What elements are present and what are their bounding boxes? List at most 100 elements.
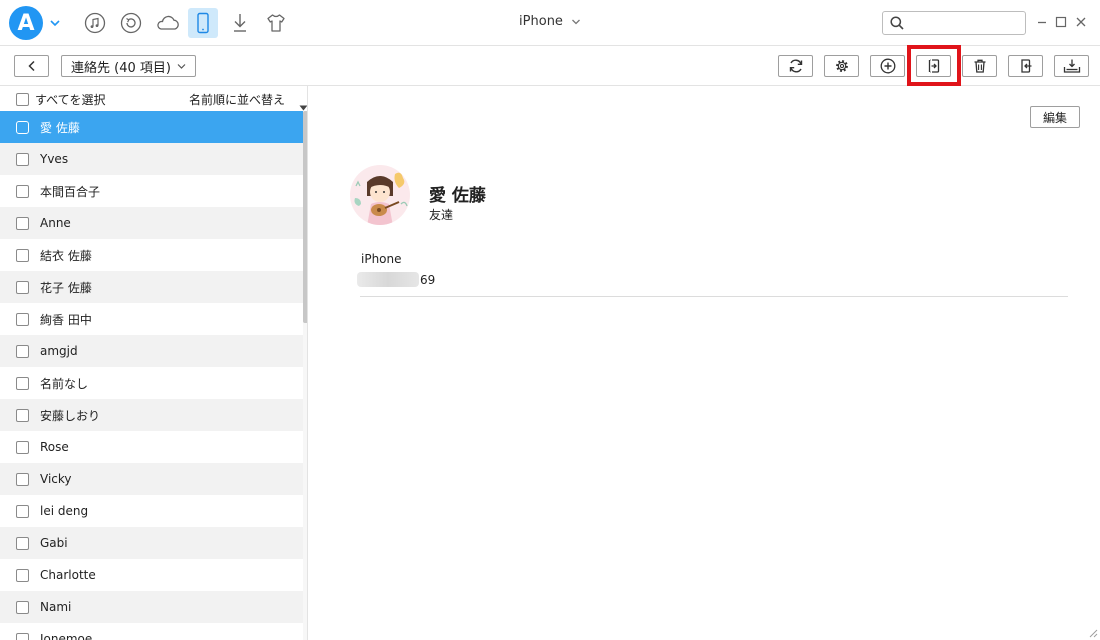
contact-checkbox[interactable] [16, 312, 29, 326]
contact-checkbox[interactable] [16, 344, 29, 358]
contact-row[interactable]: 本間百合子 [0, 175, 303, 207]
contact-checkbox[interactable] [16, 440, 29, 454]
phone-suffix: 69 [420, 272, 436, 287]
contact-row-name: 本間百合子 [40, 184, 101, 199]
contact-checkbox[interactable] [16, 120, 29, 134]
chevron-down-icon [177, 63, 186, 69]
shirt-icon[interactable] [261, 8, 291, 38]
select-all-checkbox[interactable] [16, 93, 29, 106]
list-scrollbar[interactable] [303, 111, 307, 640]
search-icon [890, 16, 904, 30]
import-button[interactable] [1008, 55, 1043, 77]
contact-row[interactable]: 安藤しおり [0, 399, 303, 431]
edit-button[interactable]: 編集 [1030, 106, 1080, 128]
resize-grip-icon[interactable] [1086, 626, 1098, 638]
contact-row-name: 花子 佐藤 [40, 280, 92, 295]
contact-row-name: 愛 佐藤 [40, 120, 80, 135]
redacted-digits [357, 272, 419, 287]
contact-checkbox[interactable] [16, 248, 29, 262]
contact-row[interactable]: lei deng [0, 495, 303, 527]
contact-row-name: Jonemoe [40, 632, 93, 640]
contact-row[interactable]: Charlotte [0, 559, 303, 591]
avatar [350, 165, 410, 225]
contact-checkbox[interactable] [16, 216, 29, 230]
contact-detail-panel: 編集 愛 佐藤 友達 iPhone 69 [309, 86, 1100, 640]
title-bar: A iPhone [0, 0, 1100, 46]
contact-row[interactable]: amgjd [0, 335, 303, 367]
scroll-thumb[interactable] [303, 111, 307, 323]
music-icon[interactable] [80, 8, 110, 38]
export-to-computer-button[interactable] [1054, 55, 1089, 77]
list-header: すべてを選択 名前順に並べ替える [0, 86, 307, 124]
settings-button[interactable] [824, 55, 859, 77]
app-logo[interactable]: A [9, 6, 43, 40]
phone-icon[interactable] [188, 8, 218, 38]
download-icon[interactable] [225, 8, 255, 38]
search-box[interactable] [882, 11, 1026, 35]
chevron-down-icon [571, 19, 580, 24]
contact-row-name: 安藤しおり [40, 408, 101, 423]
contact-row-name: lei deng [40, 504, 89, 518]
contact-checkbox[interactable] [16, 536, 29, 550]
category-dropdown[interactable]: 連絡先 (40 項目) [61, 55, 196, 77]
contact-checkbox[interactable] [16, 408, 29, 422]
refresh-button[interactable] [778, 55, 813, 77]
device-name: iPhone [519, 14, 563, 29]
close-button[interactable] [1074, 15, 1088, 29]
contact-row[interactable]: Anne [0, 207, 303, 239]
delete-button[interactable] [962, 55, 997, 77]
maximize-button[interactable] [1054, 15, 1068, 29]
search-input[interactable] [909, 14, 1021, 32]
minimize-button[interactable] [1035, 15, 1049, 29]
contact-row-name: 結衣 佐藤 [40, 248, 92, 263]
contact-row[interactable]: 愛 佐藤 [0, 111, 303, 143]
contact-row[interactable]: 絢香 田中 [0, 303, 303, 335]
contact-row[interactable]: 花子 佐藤 [0, 271, 303, 303]
contact-name: 愛 佐藤 [429, 186, 486, 206]
highlight-box [907, 45, 961, 86]
select-all-control[interactable]: すべてを選択 [16, 91, 105, 108]
contact-row[interactable]: Vicky [0, 463, 303, 495]
contact-row-name: Charlotte [40, 568, 96, 582]
contact-row-name: Vicky [40, 472, 72, 486]
contact-row-name: Gabi [40, 536, 68, 550]
contact-row-name: Yves [40, 152, 69, 166]
contact-row-name: Anne [40, 216, 71, 230]
contact-checkbox[interactable] [16, 376, 29, 390]
contact-row[interactable]: Gabi [0, 527, 303, 559]
contact-list: 愛 佐藤 Yves 本間百合子 Anne 結衣 佐藤花子 佐藤絢香 田中 amgjd 名前な… [0, 111, 303, 640]
contact-checkbox[interactable] [16, 152, 29, 166]
contact-row[interactable]: 結衣 佐藤 [0, 239, 303, 271]
contact-checkbox[interactable] [16, 184, 29, 198]
divider [360, 296, 1068, 297]
back-button[interactable] [14, 55, 49, 77]
contact-row[interactable]: Rose [0, 431, 303, 463]
trash-icon [974, 59, 985, 73]
phone-label: iPhone [361, 252, 402, 266]
contact-checkbox[interactable] [16, 600, 29, 614]
contact-checkbox[interactable] [16, 472, 29, 486]
contact-row-name: 絢香 田中 [40, 312, 92, 327]
contact-row-name: Rose [40, 440, 69, 454]
save-to-computer-icon [1063, 59, 1080, 73]
contact-row[interactable]: Jonemoe [0, 623, 303, 640]
contact-row[interactable]: 名前なし [0, 367, 303, 399]
add-contact-button[interactable] [870, 55, 905, 77]
contact-checkbox[interactable] [16, 504, 29, 518]
chevron-down-icon[interactable] [49, 17, 61, 29]
gear-icon [835, 60, 848, 72]
refresh-icon [789, 59, 802, 73]
contact-checkbox[interactable] [16, 632, 29, 640]
app-menu[interactable]: A [0, 0, 70, 46]
restore-icon[interactable] [116, 8, 146, 38]
contact-checkbox[interactable] [16, 568, 29, 582]
import-icon [1020, 59, 1031, 73]
device-selector[interactable]: iPhone [519, 14, 581, 29]
chevron-left-icon [27, 60, 35, 72]
contact-row-name: 名前なし [40, 376, 89, 391]
cloud-icon[interactable] [153, 8, 183, 38]
contact-row[interactable]: Yves [0, 143, 303, 175]
contact-list-panel: すべてを選択 名前順に並べ替える 愛 佐藤 Yves 本間百合子 Anne 結衣 佐藤花… [0, 86, 308, 640]
contact-row[interactable]: Nami [0, 591, 303, 623]
contact-checkbox[interactable] [16, 280, 29, 294]
